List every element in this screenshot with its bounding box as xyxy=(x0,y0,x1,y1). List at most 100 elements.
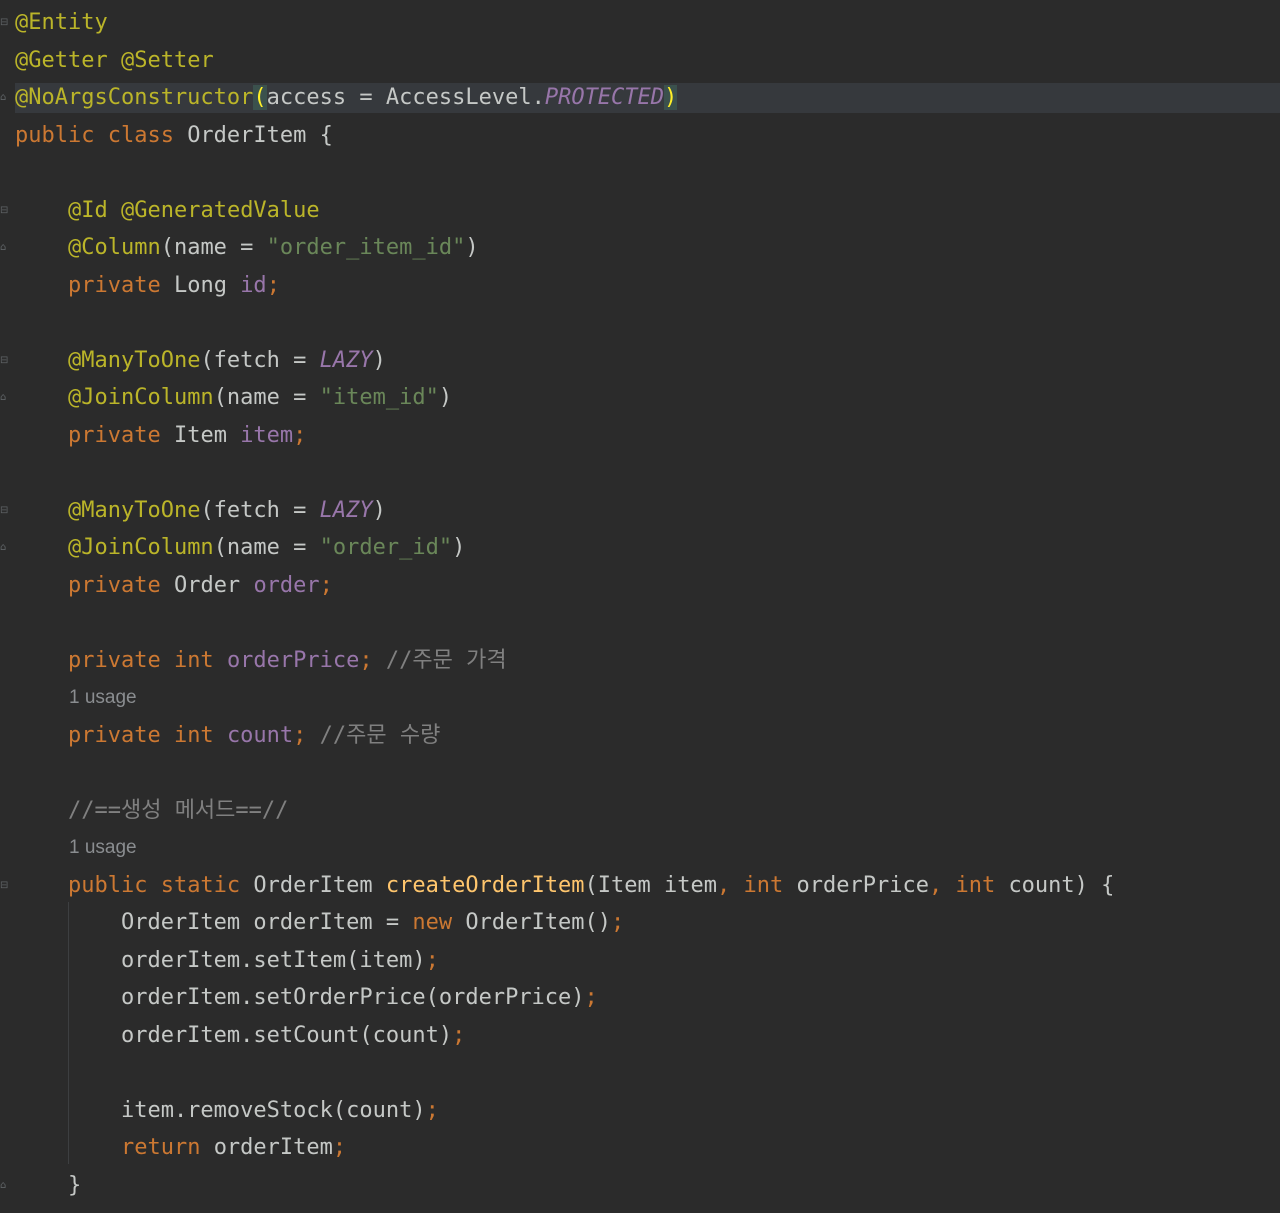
code-line[interactable]: item.removeStock(count); xyxy=(15,1096,439,1126)
code-token: OrderItem orderItem = xyxy=(15,910,413,935)
code-line[interactable]: private int count; //주문 수량 xyxy=(15,721,440,751)
code-token: access = AccessLevel. xyxy=(266,85,545,110)
code-token: orderItem xyxy=(213,1135,333,1160)
code-token: id xyxy=(240,273,267,298)
usage-hint[interactable]: 1 usage xyxy=(69,686,137,710)
code-token: count) { xyxy=(1008,873,1115,898)
code-token: ; xyxy=(266,273,280,298)
code-line[interactable]: private Item item; xyxy=(15,421,306,451)
fold-open-icon[interactable]: ⊟ xyxy=(0,206,10,216)
code-line[interactable]: @Column(name = "order_item_id") xyxy=(15,233,479,263)
code-line[interactable]: orderItem.setCount(count); xyxy=(15,1021,465,1051)
code-line[interactable]: @Getter @Setter xyxy=(15,46,214,76)
code-token: OrderItem xyxy=(253,873,386,898)
code-line[interactable]: public static OrderItem createOrderItem(… xyxy=(15,871,1114,901)
code-token: int xyxy=(955,873,1009,898)
code-line[interactable]: public class OrderItem { xyxy=(15,121,333,151)
code-token: ; xyxy=(452,1023,466,1048)
fold-close-icon[interactable]: ⌂ xyxy=(0,93,10,103)
code-line[interactable]: @ManyToOne(fetch = LAZY) xyxy=(15,496,386,526)
code-token: orderItem.setCount(count) xyxy=(15,1023,453,1048)
code-token: ) xyxy=(438,385,453,410)
code-line[interactable]: OrderItem orderItem = new OrderItem(); xyxy=(15,908,624,938)
code-line[interactable]: private Order order; xyxy=(15,571,333,601)
code-token: Long xyxy=(173,273,241,298)
code-token: private xyxy=(67,273,174,298)
matched-bracket: ( xyxy=(253,85,267,110)
code-line[interactable]: private int orderPrice; //주문 가격 xyxy=(15,646,507,676)
code-token: //주문 수량 xyxy=(319,723,441,748)
code-token: (name = xyxy=(213,385,320,410)
code-token: "item_id" xyxy=(319,385,439,410)
code-token: ) xyxy=(465,235,479,260)
code-token: orderItem.setOrderPrice(orderPrice) xyxy=(15,985,585,1010)
fold-close-icon[interactable]: ⌂ xyxy=(0,243,10,253)
code-line[interactable]: @JoinColumn(name = "item_id") xyxy=(15,383,452,413)
fold-open-icon[interactable]: ⊟ xyxy=(0,356,10,366)
code-token: @Getter xyxy=(15,48,108,73)
code-token: @Setter xyxy=(120,48,214,73)
code-token: orderItem.setItem(item) xyxy=(15,948,426,973)
code-token: createOrderItem xyxy=(385,873,585,898)
code-token: @Entity xyxy=(15,10,108,35)
code-token: ) xyxy=(452,535,466,560)
usage-hint[interactable]: 1 usage xyxy=(69,836,137,860)
code-token: LAZY xyxy=(319,498,373,523)
fold-close-icon[interactable]: ⌂ xyxy=(0,1181,10,1191)
code-line[interactable]: @JoinColumn(name = "order_id") xyxy=(15,533,465,563)
code-token: return xyxy=(120,1135,214,1160)
code-line[interactable]: } xyxy=(15,1171,81,1201)
code-line[interactable]: private Long id; xyxy=(15,271,280,301)
code-token: @ManyToOne xyxy=(67,348,201,373)
code-token: , xyxy=(717,873,744,898)
fold-close-icon[interactable]: ⌂ xyxy=(0,393,10,403)
code-token: item.removeStock(count) xyxy=(15,1098,426,1123)
code-line[interactable]: return orderItem; xyxy=(15,1133,346,1163)
code-token: Item xyxy=(173,423,241,448)
code-line[interactable]: //==생성 메서드==// xyxy=(15,796,288,826)
code-token: (name = xyxy=(160,235,267,260)
code-token: (name = xyxy=(213,535,320,560)
code-token: Order xyxy=(173,573,254,598)
code-line[interactable]: @Entity xyxy=(15,8,108,38)
code-line[interactable]: orderItem.setItem(item); xyxy=(15,946,439,976)
code-token: orderPrice xyxy=(226,648,360,673)
code-line[interactable]: @NoArgsConstructor(access = AccessLevel.… xyxy=(15,83,1280,113)
code-token: @ManyToOne xyxy=(67,498,201,523)
code-token: (fetch = xyxy=(200,348,320,373)
code-token: } xyxy=(15,1173,82,1198)
code-token: orderPrice xyxy=(796,873,929,898)
code-line[interactable]: @ManyToOne(fetch = LAZY) xyxy=(15,346,386,376)
code-line[interactable]: orderItem.setOrderPrice(orderPrice); xyxy=(15,983,598,1013)
fold-open-icon[interactable]: ⊟ xyxy=(0,506,10,516)
code-token: private int xyxy=(67,723,227,748)
code-token: @JoinColumn xyxy=(67,385,214,410)
code-line[interactable]: @Id @GeneratedValue xyxy=(15,196,320,226)
code-editor[interactable]: ⊟ ⌂ ⊟ ⌂ ⊟ ⌂ ⊟ ⌂ ⊟ ⌂ @Entity @Getter @Setter @NoArgs… xyxy=(0,0,1280,1213)
code-token: ; xyxy=(293,723,320,748)
code-token: (fetch = xyxy=(200,498,320,523)
code-token: "order_id" xyxy=(319,535,453,560)
code-token: ; xyxy=(332,1135,347,1160)
code-token: ; xyxy=(319,573,333,598)
fold-open-icon[interactable]: ⊟ xyxy=(0,881,10,891)
fold-open-icon[interactable]: ⊟ xyxy=(0,18,10,28)
editor-gutter: ⊟ ⌂ ⊟ ⌂ ⊟ ⌂ ⊟ ⌂ ⊟ ⌂ xyxy=(0,0,14,1213)
code-token: OrderItem { xyxy=(187,123,333,148)
code-token: ; xyxy=(425,1098,439,1123)
fold-close-icon[interactable]: ⌂ xyxy=(0,543,10,553)
code-token: ) xyxy=(372,498,386,523)
